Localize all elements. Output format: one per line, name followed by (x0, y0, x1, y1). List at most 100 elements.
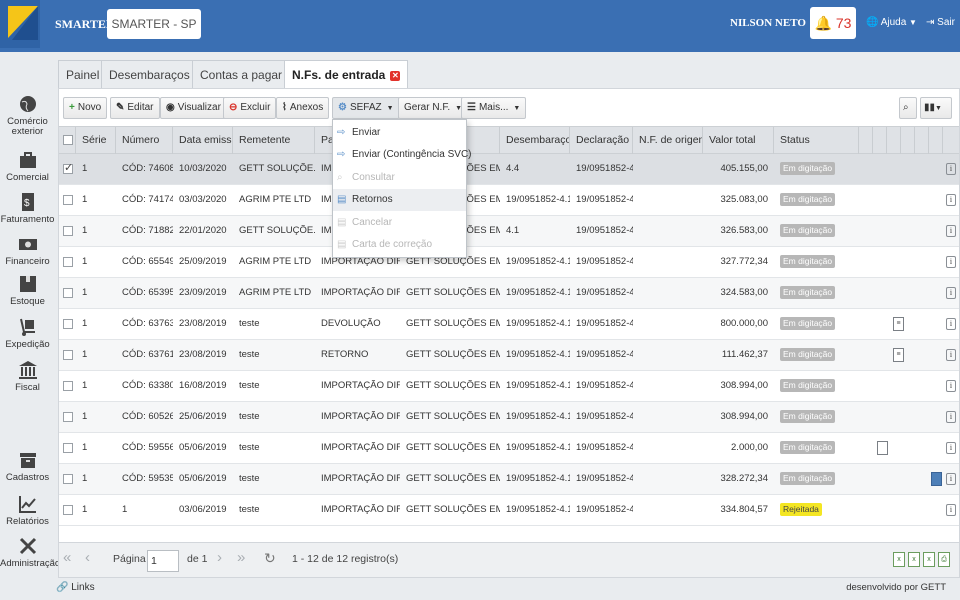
tab-nfs-de-entrada[interactable]: N.Fs. de entrada ✕ (284, 60, 409, 89)
table-row[interactable]: 1 CÓD: 605265 25/06/2019 teste IMPORTAÇÃO DI… (59, 402, 959, 433)
sidebar-item-comercial[interactable]: Comercial (0, 150, 55, 183)
next-page-icon[interactable]: › (217, 549, 222, 566)
document-icon[interactable]: ≡ (893, 317, 904, 331)
sidebar-item-relatorios[interactable]: Relatórios (0, 494, 55, 527)
info-icon[interactable]: i (946, 256, 956, 268)
search-icon: ⌕ (903, 102, 909, 113)
export-xls-icon[interactable]: x (893, 552, 905, 567)
row-checkbox[interactable] (63, 474, 73, 484)
sidebar-item-cadastros[interactable]: Cadastros (0, 450, 55, 483)
col-valor-total[interactable]: Valor total (703, 127, 774, 154)
info-icon[interactable]: i (946, 411, 956, 423)
col-declaracao[interactable]: Declaração (570, 127, 633, 154)
menu-item-label: Consultar (352, 172, 395, 183)
app-logo[interactable] (0, 0, 40, 48)
search-button[interactable]: ⌕ (899, 97, 917, 119)
row-checkbox[interactable] (63, 288, 73, 298)
document-icon[interactable]: ≡ (893, 348, 904, 362)
generate-nf-button[interactable]: Gerar N.F. ▼ (398, 97, 469, 119)
tab-painel[interactable]: Painel (58, 60, 108, 88)
col-numero[interactable]: Número (116, 127, 173, 154)
row-checkbox[interactable] (63, 350, 73, 360)
row-checkbox[interactable] (63, 161, 73, 174)
info-icon[interactable]: i (946, 163, 956, 175)
row-checkbox[interactable] (63, 412, 73, 422)
help-menu[interactable]: 🌐 Ajuda ▼ (866, 17, 917, 28)
refresh-icon[interactable]: ↻ (264, 550, 276, 567)
info-icon[interactable]: i (946, 194, 956, 206)
col-serie[interactable]: Série (76, 127, 116, 154)
table-row[interactable]: 1CÓD: 74174703/03/2020AGRIM PTE LTDIMPGE… (59, 185, 959, 216)
row-checkbox[interactable] (63, 195, 73, 205)
col-nf-origem[interactable]: N.F. de origem (633, 127, 703, 154)
export-csv-icon[interactable]: x (908, 552, 920, 567)
sidebar-item-fiscal[interactable]: Fiscal (0, 360, 55, 393)
cell-origem (633, 309, 703, 339)
menu-item-retornos[interactable]: ▤ Retornos (333, 189, 466, 211)
user-menu[interactable]: NILSON NETO▼ (730, 17, 818, 29)
first-page-icon[interactable]: « (63, 549, 71, 566)
table-row[interactable]: 1 CÓD: 595356 05/06/2019 teste IMPORTAÇÃO DI… (59, 464, 959, 495)
row-checkbox[interactable] (63, 381, 73, 391)
cell-valor: 2.000,00 (731, 442, 768, 453)
col-desembaraco[interactable]: Desembaraço (500, 127, 570, 154)
info-icon[interactable]: i (946, 318, 956, 330)
col-data-emissao[interactable]: Data emissão (173, 127, 233, 154)
sefaz-button[interactable]: ⚙ SEFAZ ▼ (332, 97, 400, 119)
info-icon[interactable]: i (946, 380, 956, 392)
checkbox[interactable] (63, 135, 73, 145)
sidebar-item-administracao[interactable]: Administração (0, 536, 60, 569)
table-row[interactable]: 1 CÓD: 637619 23/08/2019 teste RETORNO GETT S… (59, 340, 959, 371)
sidebar-item-expedicao[interactable]: Expedição (0, 317, 55, 350)
cell-destinatario: GETT SOLUÇÕES EM ... (406, 287, 500, 298)
new-button[interactable]: + Novo (63, 97, 108, 119)
sidebar-item-financeiro[interactable]: Financeiro (0, 234, 55, 267)
info-icon[interactable]: i (946, 287, 956, 299)
row-checkbox[interactable] (63, 319, 73, 329)
table-row[interactable]: 1CÓD: 65549325/09/2019AGRIM PTE LTDIMPOR… (59, 247, 959, 278)
links-button[interactable]: 🔗 Links (56, 582, 95, 593)
page-input[interactable]: 1 (147, 550, 179, 572)
attachments-button[interactable]: ⌇ Anexos (276, 97, 330, 119)
sidebar-item-faturamento[interactable]: $ Faturamento (0, 192, 55, 225)
info-icon[interactable]: i (946, 504, 956, 516)
sidebar-item-estoque[interactable]: Estoque (0, 274, 55, 307)
row-checkbox[interactable] (63, 226, 73, 236)
row-checkbox[interactable] (63, 257, 73, 267)
table-row[interactable]: 1CÓD: 71882222/01/2020GETT SOLUÇÕE...IMP… (59, 216, 959, 247)
sidebar-item-comercio-exterior[interactable]: Comércio exterior (0, 94, 55, 137)
xml-file-icon[interactable] (931, 472, 942, 486)
file-icon[interactable] (877, 441, 888, 455)
col-remetente[interactable]: Remetente (233, 127, 315, 154)
table-row[interactable]: 1 CÓD: 633801 16/08/2019 teste IMPORTAÇÃO DI… (59, 371, 959, 402)
export-print-icon[interactable]: ⎙ (938, 552, 950, 567)
view-button[interactable]: ◉ Visualizar (160, 97, 227, 119)
table-row[interactable]: 1 CÓD: 595563 05/06/2019 teste IMPORTAÇÃO DI… (59, 433, 959, 464)
row-checkbox[interactable] (63, 443, 73, 453)
last-page-icon[interactable]: » (237, 549, 245, 566)
table-row[interactable]: 1CÓD: 74608810/03/2020GETT SOLUÇÕE...IMP… (59, 154, 959, 185)
more-button[interactable]: ☰ Mais... ▼ (461, 97, 527, 119)
close-icon[interactable]: ✕ (390, 71, 401, 81)
logout-button[interactable]: ⇥ Sair (926, 17, 955, 28)
menu-item-enviar-contingencia[interactable]: ⇨ Enviar (Contingência SVC) (333, 144, 472, 166)
edit-button[interactable]: ✎ Editar (110, 97, 160, 119)
info-icon[interactable]: i (946, 225, 956, 237)
company-selector[interactable]: SMARTER - SP (107, 9, 201, 39)
info-icon[interactable]: i (946, 473, 956, 485)
columns-button[interactable]: ▮▮▼ (920, 97, 952, 119)
row-checkbox[interactable] (63, 505, 73, 515)
info-icon[interactable]: i (946, 349, 956, 361)
table-row[interactable]: 1 1 03/06/2019 teste IMPORTAÇÃO DIR... GETT S… (59, 495, 959, 526)
sidebar-item-label: Expedição (5, 339, 50, 350)
table-row[interactable]: 1 CÓD: 653955 23/09/2019 AGRIM PTE LTD IMPOR… (59, 278, 959, 309)
notifications-button[interactable]: 🔔 73 (810, 7, 856, 39)
export-excel-icon[interactable]: x (923, 552, 935, 567)
delete-button[interactable]: ⊖ Excluir (223, 97, 277, 119)
table-row[interactable]: 1 CÓD: 637634 23/08/2019 teste DEVOLUÇÃO GETT… (59, 309, 959, 340)
info-icon[interactable]: i (946, 442, 956, 454)
prev-page-icon[interactable]: ‹ (85, 549, 90, 566)
menu-item-enviar[interactable]: ⇨ Enviar (333, 122, 466, 144)
select-all-checkbox[interactable] (59, 127, 76, 154)
col-status[interactable]: Status (774, 127, 859, 154)
